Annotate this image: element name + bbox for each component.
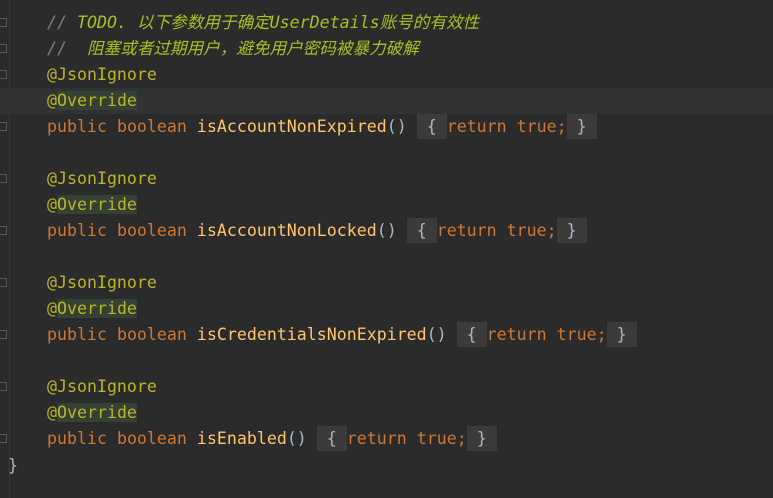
keyword-boolean: boolean xyxy=(116,429,187,448)
fold-marker-icon[interactable] xyxy=(0,174,7,183)
folded-body[interactable]: { xyxy=(416,114,447,139)
keyword-public: public xyxy=(47,325,107,344)
keyword-return: return xyxy=(436,221,497,240)
annotation-at: @ xyxy=(47,91,57,110)
code-line: @JsonIgnore xyxy=(0,62,773,88)
parens: () xyxy=(376,221,397,240)
keyword-true: true; xyxy=(556,325,607,344)
parens: () xyxy=(386,117,407,136)
comment-text: 阻塞或者过期用户，避免用户密码被暴力破解 xyxy=(86,39,419,58)
annotation-override: Override xyxy=(57,299,137,318)
comment-slashes: // xyxy=(47,39,67,58)
keyword-boolean: boolean xyxy=(116,117,187,136)
open-brace: { xyxy=(466,325,477,344)
folded-body-end[interactable]: } xyxy=(566,114,597,139)
fold-marker-icon[interactable] xyxy=(0,226,7,235)
fold-marker-icon[interactable] xyxy=(0,330,7,339)
fold-marker-icon[interactable] xyxy=(0,70,7,79)
fold-marker-icon[interactable] xyxy=(0,278,7,287)
annotation-override: Override xyxy=(57,403,137,422)
fold-marker-icon[interactable] xyxy=(0,434,7,443)
open-brace: { xyxy=(416,221,427,240)
folded-body-end[interactable]: } xyxy=(556,218,587,243)
keyword-true: true; xyxy=(416,429,467,448)
annotation-jsonignore: @JsonIgnore xyxy=(47,169,157,188)
close-brace: } xyxy=(476,429,487,448)
annotation-jsonignore: @JsonIgnore xyxy=(47,65,157,84)
code-line: @Override xyxy=(0,296,773,322)
method-line: public boolean isEnabled() { return true… xyxy=(0,426,773,452)
code-line: // 阻塞或者过期用户，避免用户密码被暴力破解 xyxy=(0,36,773,62)
fold-marker-icon[interactable] xyxy=(0,44,7,53)
folded-body-end[interactable]: } xyxy=(466,426,497,451)
code-line: @JsonIgnore xyxy=(0,374,773,400)
method-name: isAccountNonExpired xyxy=(196,117,387,136)
open-brace: { xyxy=(426,117,437,136)
todo-comment: TODO. 以下参数用于确定UserDetails账号的有效性 xyxy=(76,13,480,32)
code-line: @JsonIgnore xyxy=(0,270,773,296)
annotation-at: @ xyxy=(47,403,57,422)
keyword-return: return xyxy=(346,429,407,448)
annotation-override: Override xyxy=(57,195,137,214)
annotation-jsonignore: @JsonIgnore xyxy=(47,273,157,292)
method-line: public boolean isAccountNonLocked() { re… xyxy=(0,218,773,244)
code-line: @Override xyxy=(0,88,773,114)
keyword-return: return xyxy=(486,325,547,344)
keyword-return: return xyxy=(446,117,507,136)
close-brace: } xyxy=(566,221,577,240)
method-name: isCredentialsNonExpired xyxy=(196,325,427,344)
parens: () xyxy=(426,325,447,344)
annotation-at: @ xyxy=(47,195,57,214)
fold-marker-icon[interactable] xyxy=(0,18,7,27)
method-name: isAccountNonLocked xyxy=(196,221,377,240)
open-brace: { xyxy=(326,429,337,448)
method-line: public boolean isAccountNonExpired() { r… xyxy=(0,114,773,140)
keyword-public: public xyxy=(47,429,107,448)
method-line: public boolean isCredentialsNonExpired()… xyxy=(0,322,773,348)
code-line: @JsonIgnore xyxy=(0,166,773,192)
annotation-jsonignore: @JsonIgnore xyxy=(47,377,157,396)
method-name: isEnabled xyxy=(196,429,287,448)
keyword-public: public xyxy=(47,221,107,240)
fold-marker-icon[interactable] xyxy=(0,122,7,131)
comment-slashes: // xyxy=(47,13,67,32)
code-line: } xyxy=(0,453,773,479)
parens: () xyxy=(286,429,307,448)
code-line: @Override xyxy=(0,192,773,218)
close-brace: } xyxy=(616,325,627,344)
code-line: // TODO. 以下参数用于确定UserDetails账号的有效性 xyxy=(0,10,773,36)
keyword-public: public xyxy=(47,117,107,136)
class-close-brace: } xyxy=(8,456,18,475)
keyword-boolean: boolean xyxy=(116,221,187,240)
folded-body[interactable]: { xyxy=(456,322,487,347)
close-brace: } xyxy=(576,117,587,136)
annotation-at: @ xyxy=(47,299,57,318)
fold-marker-icon[interactable] xyxy=(0,382,7,391)
keyword-boolean: boolean xyxy=(116,325,187,344)
folded-body[interactable]: { xyxy=(316,426,347,451)
keyword-true: true; xyxy=(506,221,557,240)
keyword-true: true; xyxy=(516,117,567,136)
folded-body[interactable]: { xyxy=(406,218,437,243)
code-line: @Override xyxy=(0,400,773,426)
annotation-override: Override xyxy=(57,91,137,110)
folded-body-end[interactable]: } xyxy=(606,322,637,347)
